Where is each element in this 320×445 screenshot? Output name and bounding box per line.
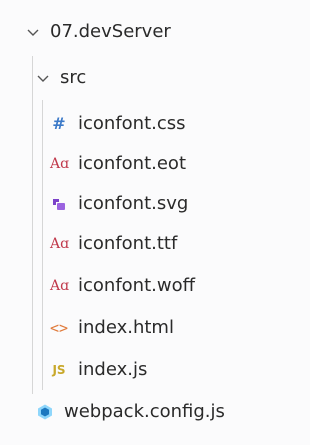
svg-file-icon xyxy=(53,199,65,210)
file-label: iconfont.ttf xyxy=(78,233,178,254)
file-explorer: 07.devServer src # iconfont.css Aɑ iconf… xyxy=(0,0,310,445)
font-file-icon: Aɑ xyxy=(50,278,70,294)
js-file-icon: JS xyxy=(52,363,66,377)
file-label: iconfont.css xyxy=(78,113,186,134)
html-file-icon: <> xyxy=(50,319,69,337)
tree-file-index-html[interactable]: <> index.html xyxy=(0,308,310,348)
file-label: iconfont.woff xyxy=(78,275,195,296)
font-file-icon: Aɑ xyxy=(50,156,70,172)
file-label: webpack.config.js xyxy=(64,401,225,422)
tree-file-iconfont-eot[interactable]: Aɑ iconfont.eot xyxy=(0,144,310,184)
webpack-file-icon xyxy=(38,404,52,420)
file-label: iconfont.svg xyxy=(78,193,189,214)
font-file-icon: Aɑ xyxy=(50,236,70,252)
tree-file-index-js[interactable]: JS index.js xyxy=(0,350,310,390)
folder-label-src: src xyxy=(60,67,87,88)
folder-label-project: 07.devServer xyxy=(50,21,171,42)
file-label: iconfont.eot xyxy=(78,153,186,174)
tree-file-iconfont-woff[interactable]: Aɑ iconfont.woff xyxy=(0,266,310,306)
css-hash-icon: # xyxy=(52,114,66,133)
file-label: index.js xyxy=(78,359,148,380)
tree-file-iconfont-svg[interactable]: iconfont.svg xyxy=(0,184,310,224)
tree-folder-project[interactable]: 07.devServer xyxy=(0,12,310,52)
tree-file-iconfont-css[interactable]: # iconfont.css xyxy=(0,104,310,144)
tree-file-webpack-config[interactable]: webpack.config.js xyxy=(0,392,310,432)
chevron-down-icon xyxy=(37,75,49,82)
file-label: index.html xyxy=(78,317,174,338)
chevron-down-icon xyxy=(27,29,39,36)
tree-file-iconfont-ttf[interactable]: Aɑ iconfont.ttf xyxy=(0,224,310,264)
tree-folder-src[interactable]: src xyxy=(0,58,310,98)
